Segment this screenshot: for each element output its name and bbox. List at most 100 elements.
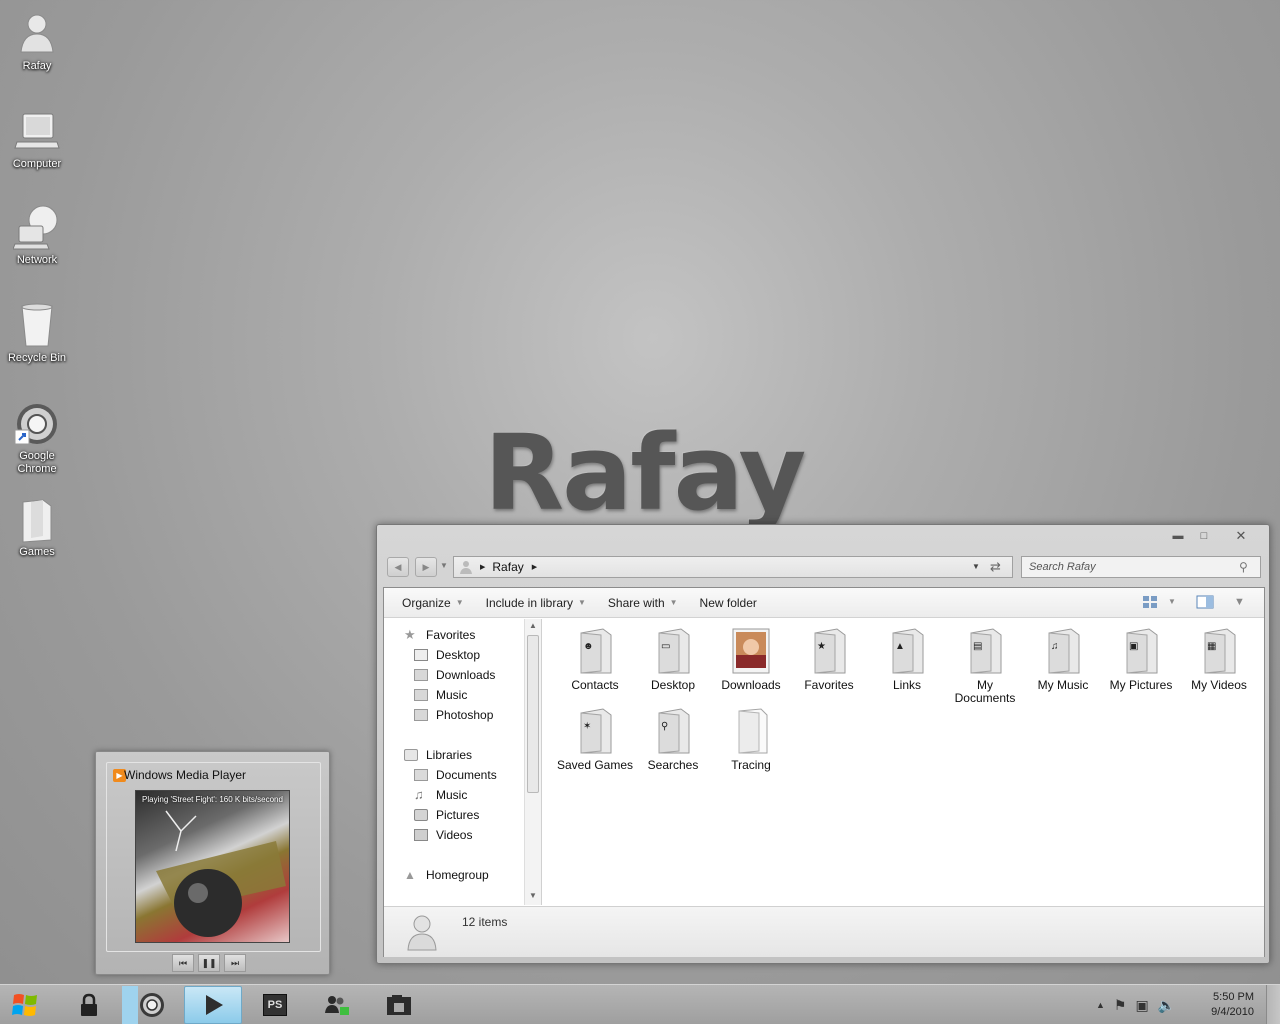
action-center-flag-icon[interactable]: ⚑ xyxy=(1114,997,1127,1014)
nav-library-music-label: Music xyxy=(436,788,468,802)
desktop-icon-computer[interactable]: Computer xyxy=(4,108,70,171)
folder-label: My Pictures xyxy=(1109,678,1173,692)
navigation-scrollbar[interactable]: ▲ ▼ xyxy=(524,619,541,905)
nav-downloads[interactable]: Downloads xyxy=(414,666,495,684)
media-player-thumbnail[interactable]: ▶ Windows Media Player Playing 'Street F… xyxy=(95,751,330,975)
show-desktop-button[interactable] xyxy=(1266,985,1280,1024)
taskbar-media-player[interactable] xyxy=(184,986,242,1024)
folder-item[interactable]: Tracing xyxy=(712,707,790,772)
taskbar-lock[interactable] xyxy=(60,986,118,1024)
nav-pictures[interactable]: Pictures xyxy=(414,806,479,824)
maximize-button[interactable]: □ xyxy=(1191,528,1217,545)
preview-pane-button[interactable] xyxy=(1196,595,1214,609)
desktop-icon-google-chrome[interactable]: Google Chrome xyxy=(4,400,70,476)
nav-downloads-label: Downloads xyxy=(436,668,496,682)
folder-item[interactable]: ▭ Desktop xyxy=(634,627,712,692)
include-in-library-button[interactable]: Include in library ▼ xyxy=(477,588,595,617)
share-with-button[interactable]: Share with ▼ xyxy=(599,588,687,617)
film-icon xyxy=(414,829,428,841)
clock[interactable]: 5:50 PM 9/4/2010 xyxy=(1211,990,1254,1020)
nav-favorites[interactable]: ★ Favorites xyxy=(404,626,475,644)
scroll-up-icon[interactable]: ▲ xyxy=(529,621,537,630)
games-folder-icon xyxy=(13,496,61,544)
view-options-chevron-icon[interactable]: ▼ xyxy=(1168,597,1176,606)
breadcrumb-separator-icon[interactable]: ▶ xyxy=(480,563,485,571)
explorer-icon xyxy=(387,995,411,1015)
taskbar-chrome[interactable] xyxy=(122,986,182,1024)
documents-icon xyxy=(414,769,428,781)
album-art-graphic xyxy=(156,810,286,937)
taskbar-explorer[interactable] xyxy=(370,986,428,1024)
folder-item[interactable]: ⚲ Searches xyxy=(634,707,712,772)
nav-homegroup[interactable]: ▲ Homegroup xyxy=(404,866,489,884)
pause-button[interactable]: ❚❚ xyxy=(198,954,220,972)
nav-music[interactable]: Music xyxy=(414,686,467,704)
breadcrumb-rafay[interactable]: Rafay xyxy=(492,560,523,574)
folder-item[interactable]: ▤ My Documents xyxy=(946,627,1024,705)
folder-icon xyxy=(729,627,773,675)
folder-item[interactable]: ▲ Links xyxy=(868,627,946,692)
desktop-icon-recycle-bin[interactable]: Recycle Bin xyxy=(4,302,70,365)
contacts-icon: ☻ xyxy=(583,641,594,652)
desktop-icon-label: Rafay xyxy=(22,60,52,72)
folder-item[interactable]: ▣ My Pictures xyxy=(1102,627,1180,692)
taskbar-photoshop[interactable]: PS xyxy=(246,986,304,1024)
previous-track-button[interactable]: ⏮ xyxy=(172,954,194,972)
nav-documents-label: Documents xyxy=(436,768,497,782)
change-view-button[interactable] xyxy=(1142,595,1158,609)
close-button[interactable]: ✕ xyxy=(1219,528,1263,545)
network-tray-icon[interactable]: ▣ xyxy=(1135,997,1148,1014)
folder-item[interactable]: Downloads xyxy=(712,627,790,692)
navigation-pane: ★ Favorites Desktop Downloads Music Photo… xyxy=(384,619,542,905)
search-icon[interactable]: ⚲ xyxy=(1239,560,1248,574)
organize-button[interactable]: Organize ▼ xyxy=(393,588,473,617)
search-input[interactable] xyxy=(1029,561,1239,573)
forward-button[interactable]: ▶ xyxy=(415,557,437,577)
nav-library-music[interactable]: ♫ Music xyxy=(414,786,467,804)
recycle-bin-icon xyxy=(13,302,61,350)
next-track-button[interactable]: ⏭ xyxy=(224,954,246,972)
recent-pages-chevron-icon[interactable]: ▼ xyxy=(440,561,448,570)
refresh-icon[interactable]: ⇄ xyxy=(990,559,1001,575)
folder-label: Searches xyxy=(647,758,699,772)
search-box[interactable]: ⚲ xyxy=(1021,556,1261,578)
nav-photoshop[interactable]: Photoshop xyxy=(414,706,493,724)
address-row: ◀ ▶ ▼ ▶ Rafay ▶ ▼ ⇄ ⚲ xyxy=(385,555,1263,579)
scrollbar-thumb[interactable] xyxy=(527,635,539,793)
start-button[interactable] xyxy=(8,989,44,1021)
desktop-icon-network[interactable]: Network xyxy=(4,204,70,267)
show-hidden-icons-icon[interactable]: ▲ xyxy=(1096,1000,1105,1010)
arrow-left-icon: ◀ xyxy=(394,562,402,572)
address-history-chevron-icon[interactable]: ▼ xyxy=(972,562,980,571)
music-note-icon: ♫ xyxy=(414,787,424,802)
camera-icon xyxy=(414,809,428,821)
nav-documents[interactable]: Documents xyxy=(414,766,497,784)
scroll-down-icon[interactable]: ▼ xyxy=(529,891,537,900)
desktop-icon-games[interactable]: Games xyxy=(4,496,70,559)
help-icon[interactable]: ▼ xyxy=(1234,596,1245,608)
camera-icon: ▣ xyxy=(1129,641,1139,652)
breadcrumb-separator-icon[interactable]: ▶ xyxy=(532,563,537,571)
address-bar[interactable]: ▶ Rafay ▶ ▼ ⇄ xyxy=(453,556,1013,578)
command-bar: Organize ▼ Include in library ▼ Share with… xyxy=(384,588,1264,618)
taskbar: PS ▲ ⚑ ▣ 🔈 5:50 PM 9/4/2010 xyxy=(0,984,1280,1024)
desktop-icon-rafay[interactable]: Rafay xyxy=(4,10,70,73)
folder-item[interactable]: ★ Favorites xyxy=(790,627,868,692)
folder-icon: ☻ xyxy=(573,627,617,675)
nav-videos[interactable]: Videos xyxy=(414,826,472,844)
nav-desktop[interactable]: Desktop xyxy=(414,646,480,664)
nav-libraries[interactable]: Libraries xyxy=(404,746,472,764)
folder-item[interactable]: ✶ Saved Games xyxy=(556,707,634,772)
computer-icon xyxy=(13,108,61,156)
taskbar-messenger[interactable] xyxy=(308,986,366,1024)
explorer-window[interactable]: ▬ □ ✕ ◀ ▶ ▼ ▶ Rafay ▶ ▼ ⇄ ⚲ Organize ▼ In… xyxy=(376,524,1270,964)
folder-item[interactable]: ▦ My Videos xyxy=(1180,627,1258,692)
volume-icon[interactable]: 🔈 xyxy=(1158,997,1175,1014)
folder-item[interactable]: ☻ Contacts xyxy=(556,627,634,692)
back-button[interactable]: ◀ xyxy=(387,557,409,577)
folder-item[interactable]: ♫ My Music xyxy=(1024,627,1102,692)
folder-icon xyxy=(414,709,428,721)
new-folder-button[interactable]: New folder xyxy=(691,588,766,617)
minimize-button[interactable]: ▬ xyxy=(1165,528,1191,545)
desktop-icon: ▭ xyxy=(661,641,671,652)
